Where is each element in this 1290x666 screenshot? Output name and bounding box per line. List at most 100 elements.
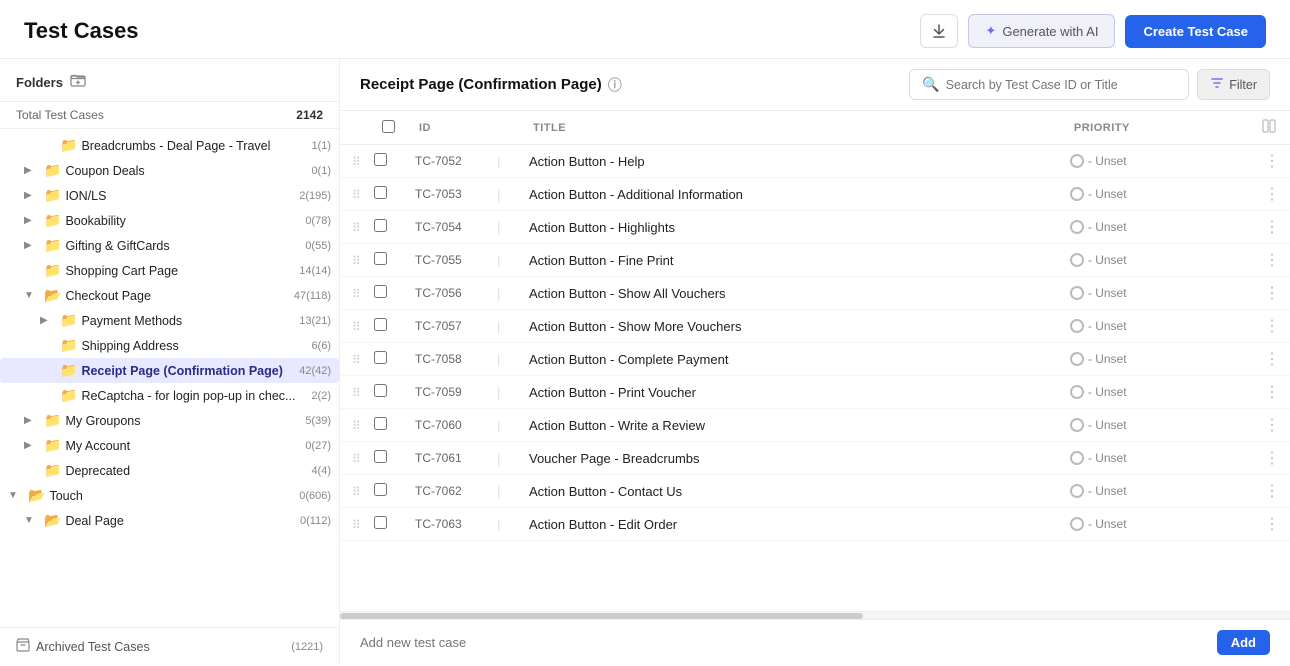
sidebar-item-payment-methods[interactable]: ▶ 📁 Payment Methods 13(21): [0, 308, 339, 333]
priority-icon: [1070, 451, 1084, 465]
sidebar-item-shipping-address[interactable]: 📁 Shipping Address 6(6): [0, 333, 339, 358]
row-checkbox[interactable]: [374, 285, 387, 298]
drag-handle[interactable]: ⠿: [346, 287, 367, 301]
row-checkbox[interactable]: [374, 219, 387, 232]
row-more-button[interactable]: ⋮: [1258, 384, 1286, 401]
folder-icon: 📁: [44, 262, 61, 279]
add-button[interactable]: Add: [1217, 630, 1270, 655]
drag-handle[interactable]: ⠿: [346, 320, 367, 334]
drag-handle[interactable]: ⠿: [346, 419, 367, 433]
folders-heading: Folders: [16, 71, 323, 93]
folder-icon: 📁: [60, 137, 77, 154]
row-more-button[interactable]: ⋮: [1258, 450, 1286, 467]
sidebar-item-gifting[interactable]: ▶ 📁 Gifting & GiftCards 0(55): [0, 233, 339, 258]
horizontal-scrollbar[interactable]: [340, 611, 1290, 619]
row-more-button[interactable]: ⋮: [1258, 252, 1286, 269]
folder-icon: 📁: [44, 187, 61, 204]
page-title: Test Cases: [24, 18, 139, 44]
drag-handle[interactable]: ⠿: [346, 353, 367, 367]
row-checkbox[interactable]: [374, 153, 387, 166]
priority-value: - Unset: [1088, 154, 1127, 168]
row-more-button[interactable]: ⋮: [1258, 351, 1286, 368]
priority-icon: [1070, 154, 1084, 168]
priority-icon: [1070, 517, 1084, 531]
sidebar-item-checkout[interactable]: ▼ 📂 Checkout Page 47(118): [0, 283, 339, 308]
row-more-button[interactable]: ⋮: [1258, 318, 1286, 335]
sidebar-item-coupon-deals[interactable]: ▶ 📁 Coupon Deals 0(1): [0, 158, 339, 183]
row-checkbox[interactable]: [374, 318, 387, 331]
priority-value: - Unset: [1088, 286, 1127, 300]
drag-handle[interactable]: ⠿: [346, 188, 367, 202]
drag-handle[interactable]: ⠿: [346, 155, 367, 169]
table-row: ⠿ TC-7056 | Action Button - Show All Vou…: [340, 277, 1290, 310]
table-row: ⠿ TC-7059 | Action Button - Print Vouche…: [340, 376, 1290, 409]
row-checkbox[interactable]: [374, 483, 387, 496]
sidebar-item-deal-page[interactable]: ▼ 📂 Deal Page 0(112): [0, 508, 339, 533]
add-test-case-input[interactable]: [360, 635, 1217, 650]
sidebar-item-breadcrumbs[interactable]: 📁 Breadcrumbs - Deal Page - Travel 1(1): [0, 133, 339, 158]
row-more-button[interactable]: ⋮: [1258, 483, 1286, 500]
sidebar-item-my-groupons[interactable]: ▶ 📁 My Groupons 5(39): [0, 408, 339, 433]
folder-icon: 📁: [60, 337, 77, 354]
header-actions: ✦ Generate with AI Create Test Case: [920, 14, 1266, 48]
filter-button[interactable]: Filter: [1197, 69, 1270, 100]
sidebar: Folders Total Test Cases 2142 📁 Breadcru…: [0, 59, 340, 665]
priority-icon: [1070, 286, 1084, 300]
row-checkbox[interactable]: [374, 351, 387, 364]
folder-icon: 📂: [28, 487, 45, 504]
row-more-button[interactable]: ⋮: [1258, 285, 1286, 302]
priority-col-header: PRIORITY: [1062, 111, 1250, 145]
sidebar-item-touch[interactable]: ▼ 📂 Touch 0(606): [0, 483, 339, 508]
drag-handle[interactable]: ⠿: [346, 386, 367, 400]
sidebar-item-deprecated[interactable]: 📁 Deprecated 4(4): [0, 458, 339, 483]
select-all-checkbox[interactable]: [382, 120, 395, 133]
sidebar-item-bookability[interactable]: ▶ 📁 Bookability 0(78): [0, 208, 339, 233]
drag-handle[interactable]: ⠿: [346, 518, 367, 532]
archive-icon: [16, 638, 30, 655]
create-test-case-button[interactable]: Create Test Case: [1125, 15, 1266, 48]
table-row: ⠿ TC-7054 | Action Button - Highlights -…: [340, 211, 1290, 244]
folder-icon: 📁: [60, 387, 77, 404]
folder-icon: 📁: [44, 412, 61, 429]
row-checkbox[interactable]: [374, 186, 387, 199]
sidebar-item-recaptcha[interactable]: 📁 ReCaptcha - for login pop-up in chec..…: [0, 383, 339, 408]
archived-test-cases-item[interactable]: Archived Test Cases (1221): [0, 628, 339, 665]
search-area: 🔍 Filter: [909, 69, 1270, 100]
id-col-header: ID: [407, 111, 497, 145]
sidebar-bottom: Archived Test Cases (1221): [0, 627, 339, 665]
horizontal-scroll-thumb[interactable]: [340, 613, 863, 619]
columns-toggle-icon[interactable]: [1262, 124, 1276, 136]
priority-icon: [1070, 352, 1084, 366]
sidebar-item-ion-ls[interactable]: ▶ 📁 ION/LS 2(195): [0, 183, 339, 208]
download-button[interactable]: [920, 14, 958, 48]
search-input[interactable]: [946, 78, 1177, 92]
row-checkbox[interactable]: [374, 252, 387, 265]
test-cases-tbody: ⠿ TC-7052 | Action Button - Help - Unset…: [340, 145, 1290, 541]
info-icon[interactable]: ⓘ: [608, 75, 622, 95]
generate-with-ai-button[interactable]: ✦ Generate with AI: [968, 14, 1115, 48]
drag-handle[interactable]: ⠿: [346, 221, 367, 235]
sidebar-item-my-account[interactable]: ▶ 📁 My Account 0(27): [0, 433, 339, 458]
sidebar-item-shopping-cart[interactable]: 📁 Shopping Cart Page 14(14): [0, 258, 339, 283]
priority-icon: [1070, 319, 1084, 333]
row-more-button[interactable]: ⋮: [1258, 417, 1286, 434]
row-more-button[interactable]: ⋮: [1258, 186, 1286, 203]
row-checkbox[interactable]: [374, 450, 387, 463]
drag-col-header: [340, 111, 370, 145]
row-checkbox[interactable]: [374, 417, 387, 430]
drag-handle[interactable]: ⠿: [346, 452, 367, 466]
folder-icon: 📁: [44, 237, 61, 254]
priority-value: - Unset: [1088, 220, 1127, 234]
table-row: ⠿ TC-7053 | Action Button - Additional I…: [340, 178, 1290, 211]
priority-value: - Unset: [1088, 517, 1127, 531]
drag-handle[interactable]: ⠿: [346, 254, 367, 268]
row-more-button[interactable]: ⋮: [1258, 516, 1286, 533]
priority-icon: [1070, 484, 1084, 498]
row-more-button[interactable]: ⋮: [1258, 153, 1286, 170]
row-checkbox[interactable]: [374, 384, 387, 397]
row-checkbox[interactable]: [374, 516, 387, 529]
drag-handle[interactable]: ⠿: [346, 485, 367, 499]
folder-add-icon[interactable]: [69, 71, 87, 93]
row-more-button[interactable]: ⋮: [1258, 219, 1286, 236]
sidebar-item-receipt-page[interactable]: 📁 Receipt Page (Confirmation Page) 42(42…: [0, 358, 339, 383]
